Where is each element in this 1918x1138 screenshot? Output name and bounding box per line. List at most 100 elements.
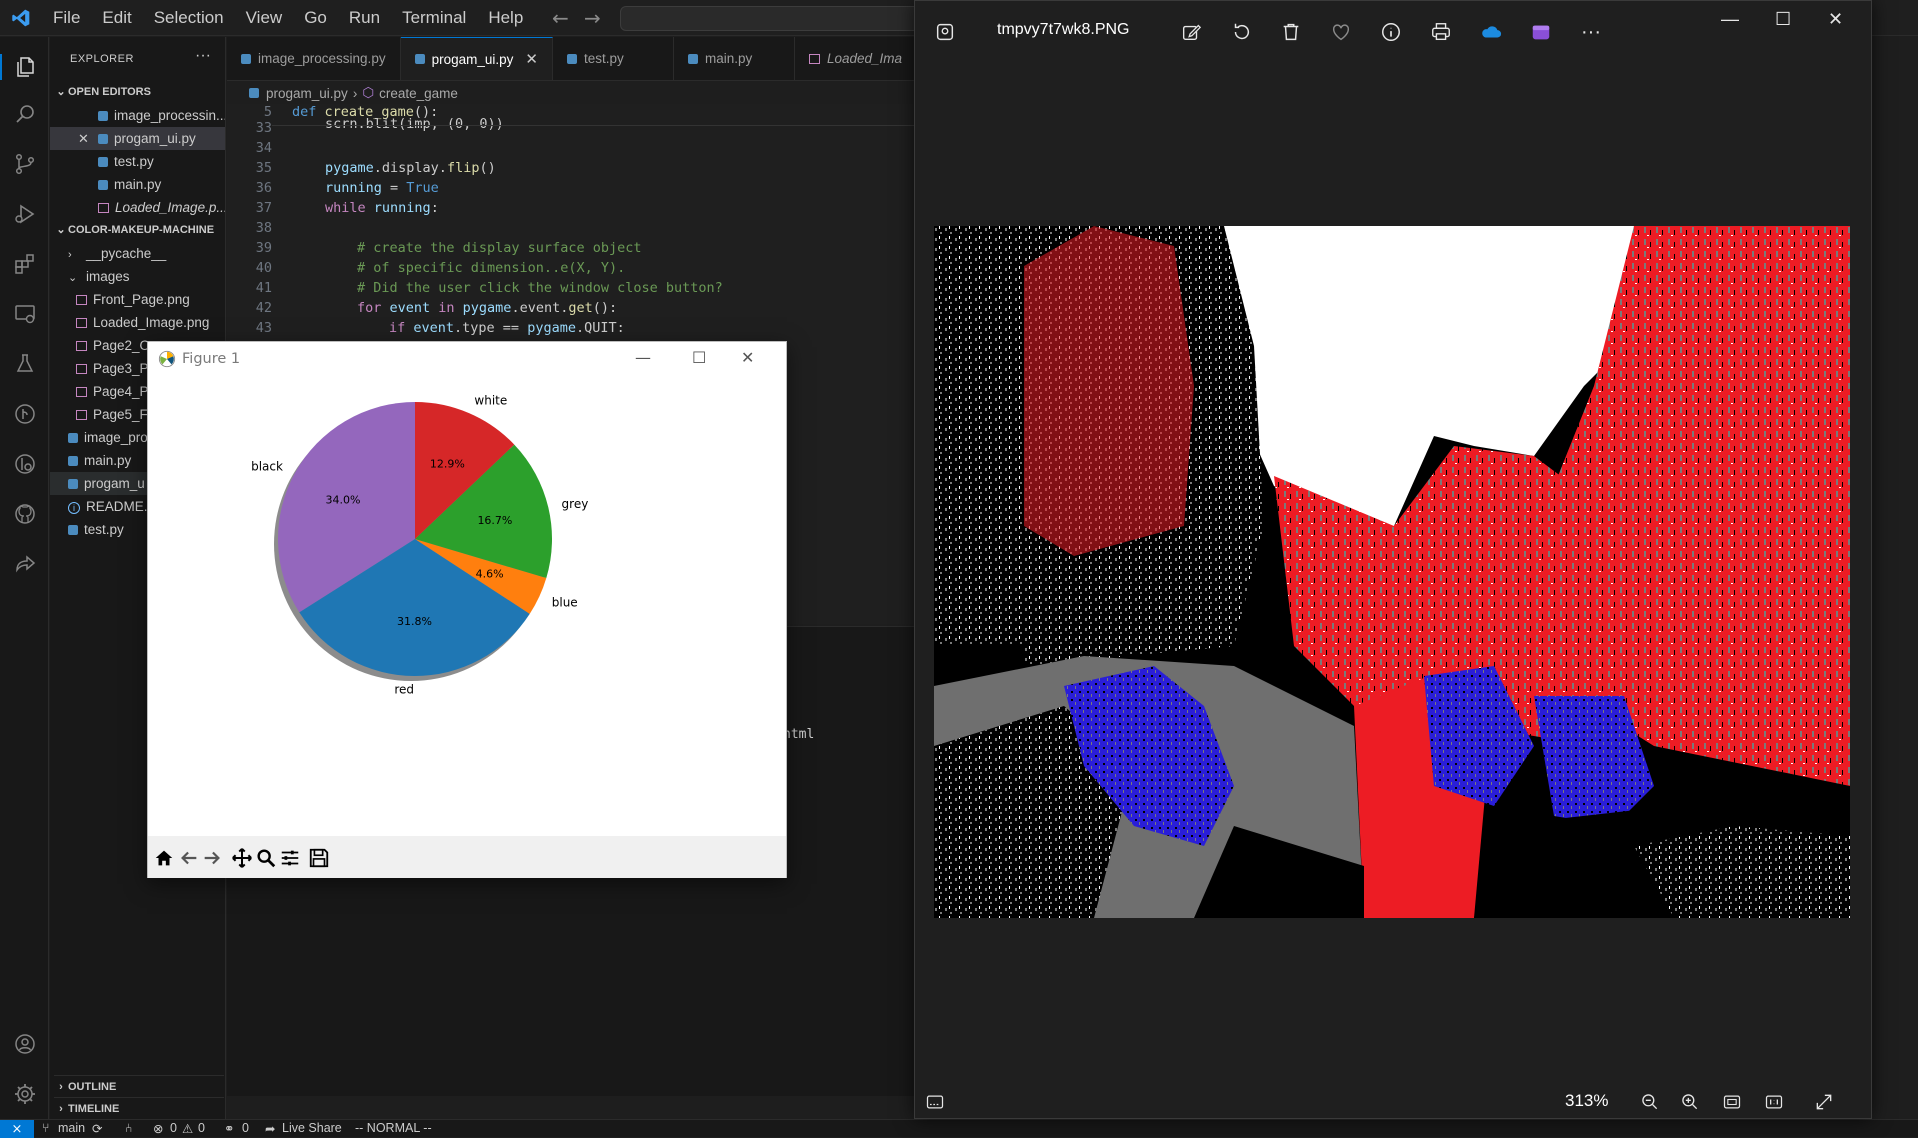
open-editors-section[interactable]: ⌄ OPEN EDITORS [54, 81, 151, 103]
back-arrow-icon[interactable]: ← [552, 6, 569, 30]
remote-explorer-icon[interactable] [12, 301, 38, 327]
warning-icon[interactable]: ⚠ [182, 1121, 193, 1136]
line-number: 34 [255, 140, 272, 156]
open-editor-item[interactable]: test.py [50, 150, 225, 173]
python-file-icon [68, 456, 78, 466]
delete-icon[interactable] [1278, 19, 1304, 45]
filmstrip-icon[interactable] [923, 1090, 947, 1114]
open-editor-label: main.py [114, 177, 162, 192]
print-icon[interactable] [1428, 19, 1454, 45]
tree-folder[interactable]: ⌄ images [50, 265, 225, 288]
forward-arrow-icon[interactable] [200, 846, 224, 870]
edit-image-icon[interactable] [1178, 19, 1204, 45]
github-icon[interactable] [12, 501, 38, 527]
tree-file[interactable]: Front_Page.png [50, 288, 225, 311]
onedrive-icon[interactable] [1478, 19, 1504, 45]
settings-gear-icon[interactable] [12, 1081, 38, 1107]
save-icon[interactable] [307, 846, 331, 870]
git-graph-icon[interactable] [12, 401, 38, 427]
maximize-icon[interactable]: ☐ [692, 348, 706, 367]
code-line: pygame.display.flip() [325, 160, 496, 176]
open-editor-item[interactable]: image_processin... [50, 104, 225, 127]
timeline-section[interactable]: › TIMELINE [54, 1097, 224, 1119]
code-line: # of specific dimension..e(X, Y). [357, 260, 626, 276]
command-center-search[interactable] [620, 6, 920, 31]
tree-file[interactable]: Loaded_Image.png [50, 311, 225, 334]
menu-terminal[interactable]: Terminal [391, 8, 477, 28]
more-actions-icon[interactable]: ··· [195, 47, 211, 65]
zoom-icon[interactable] [254, 846, 278, 870]
chevron-right-icon: › [59, 1081, 63, 1093]
menu-file[interactable]: File [42, 8, 91, 28]
run-debug-icon[interactable] [12, 201, 38, 227]
close-icon[interactable]: ✕ [1828, 9, 1843, 30]
tab-progam-ui[interactable]: progam_ui.py ✕ [400, 37, 553, 80]
open-editor-item[interactable]: ✕ progam_ui.py [50, 127, 225, 150]
menu-help[interactable]: Help [477, 8, 534, 28]
menu-edit[interactable]: Edit [91, 8, 142, 28]
menu-go[interactable]: Go [293, 8, 338, 28]
tab-label: main.py [704, 51, 753, 66]
sync-icon[interactable]: ⟳ [92, 1121, 102, 1136]
remote-indicator-icon[interactable]: ⨯ [0, 1120, 34, 1138]
close-icon[interactable]: ✕ [525, 50, 538, 68]
warning-count: 0 [198, 1121, 205, 1135]
source-control-icon[interactable] [12, 151, 38, 177]
tab-test[interactable]: test.py [553, 37, 674, 80]
zoom-out-icon[interactable] [1638, 1090, 1662, 1114]
ports-icon[interactable]: ⚭ [224, 1121, 234, 1136]
home-icon[interactable] [152, 846, 176, 870]
forward-arrow-icon[interactable]: → [584, 6, 601, 30]
error-count: 0 [170, 1121, 177, 1135]
info-icon: i [68, 502, 80, 514]
breadcrumb-file[interactable]: progam_ui.py [266, 86, 348, 101]
menu-view[interactable]: View [235, 8, 294, 28]
zoom-in-icon[interactable] [1678, 1090, 1702, 1114]
live-share-icon[interactable] [12, 551, 38, 577]
tree-label: image_pro [84, 430, 148, 445]
pan-icon[interactable] [230, 846, 254, 870]
close-icon[interactable]: ✕ [741, 348, 754, 367]
branch-name[interactable]: main [58, 1121, 85, 1135]
minimize-icon[interactable]: — [1721, 9, 1739, 30]
error-icon[interactable]: ⊗ [153, 1121, 163, 1136]
python-file-icon [68, 433, 78, 443]
extensions-icon[interactable] [12, 251, 38, 277]
actual-size-icon[interactable] [1762, 1090, 1786, 1114]
breadcrumb-symbol[interactable]: create_game [379, 86, 458, 101]
live-share-status[interactable]: Live Share [282, 1121, 342, 1135]
git-graph-status-icon[interactable]: ⑃ [125, 1121, 133, 1135]
explorer-icon[interactable] [0, 54, 49, 80]
gallery-icon[interactable] [932, 19, 958, 45]
gitlens-icon[interactable] [12, 451, 38, 477]
rotate-icon[interactable] [1228, 19, 1254, 45]
breadcrumb: progam_ui.py › ⬡ create_game [227, 82, 917, 104]
project-section[interactable]: ⌄ COLOR-MAKEUP-MACHINE [54, 219, 214, 241]
menu-selection[interactable]: Selection [143, 8, 235, 28]
tab-image-processing[interactable]: image_processing.py [227, 37, 401, 80]
favorite-heart-icon[interactable] [1328, 19, 1354, 45]
fit-to-window-icon[interactable] [1720, 1090, 1744, 1114]
tab-loaded-image[interactable]: Loaded_Ima [795, 37, 917, 80]
search-icon[interactable] [12, 101, 38, 127]
minimize-icon[interactable]: — [635, 348, 651, 367]
clipchamp-icon[interactable] [1528, 19, 1554, 45]
testing-icon[interactable] [12, 351, 38, 377]
accounts-icon[interactable] [12, 1031, 38, 1057]
tree-folder[interactable]: › __pycache__ [50, 242, 225, 265]
open-editor-item[interactable]: Loaded_Image.p... [50, 196, 225, 219]
line-number: 37 [255, 200, 272, 216]
fullscreen-icon[interactable] [1812, 1090, 1836, 1114]
outline-section[interactable]: › OUTLINE [54, 1075, 224, 1097]
info-icon[interactable] [1378, 19, 1404, 45]
matplotlib-figure-window: Figure 1 — ☐ ✕ black 34.0% red 31.8% blue 4.6… [147, 341, 787, 878]
maximize-icon[interactable]: ☐ [1775, 9, 1791, 30]
menu-run[interactable]: Run [338, 8, 391, 28]
configure-subplots-icon[interactable] [278, 846, 302, 870]
posterized-photo[interactable] [934, 226, 1850, 918]
back-arrow-icon[interactable] [177, 846, 201, 870]
tab-main[interactable]: main.py [674, 37, 795, 80]
more-options-icon[interactable]: ··· [1578, 19, 1604, 45]
close-icon[interactable]: ✕ [78, 127, 98, 150]
open-editor-item[interactable]: main.py [50, 173, 225, 196]
